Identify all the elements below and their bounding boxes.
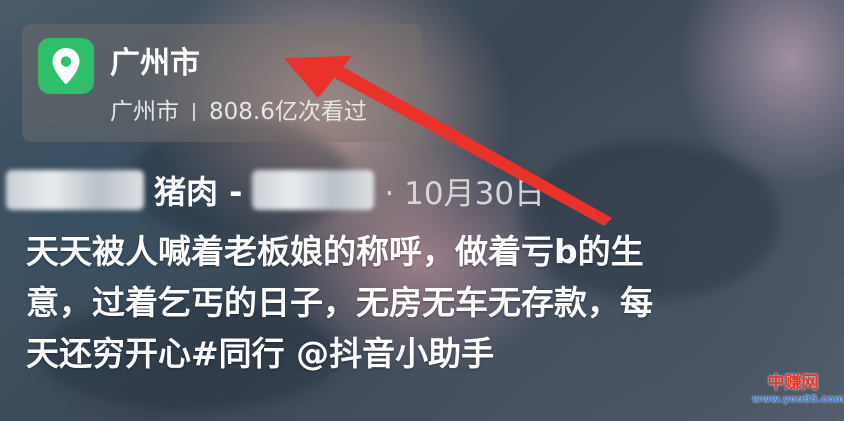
watermark: 中赚网 www.you85.com [752,373,844,413]
divider [193,103,195,121]
watermark-url: www.you85.com [752,394,844,405]
location-views: 808.6亿次看过 [209,99,367,125]
post-date: · 10月30日 [384,175,546,212]
blurred-text [252,170,375,210]
location-pin-glyph [52,48,80,84]
caption-line: 意，过着乞丐的日子，无房无车无存款，每 [26,283,653,322]
location-subtitle: 广州市 808.6亿次看过 [110,96,367,128]
location-title[interactable]: 广州市 [110,42,200,86]
post-author-line: 猪肉 - · 10月30日 [0,166,545,214]
caption-line: 天天被人喊着老板娘的称呼，做着亏b的生 [26,232,644,271]
post-caption[interactable]: 天天被人喊着老板娘的称呼，做着亏b的生 意，过着乞丐的日子，无房无车无存款，每 … [26,226,816,379]
caption-line: 天还穷开心#同行 @抖音小助手 [26,334,495,373]
location-city: 广州市 [110,99,179,125]
watermark-title: 中赚网 [767,373,819,393]
blurred-username[interactable] [6,170,144,210]
location-pin-icon[interactable] [38,38,94,94]
author-name-suffix[interactable]: 猪肉 - [154,167,242,213]
